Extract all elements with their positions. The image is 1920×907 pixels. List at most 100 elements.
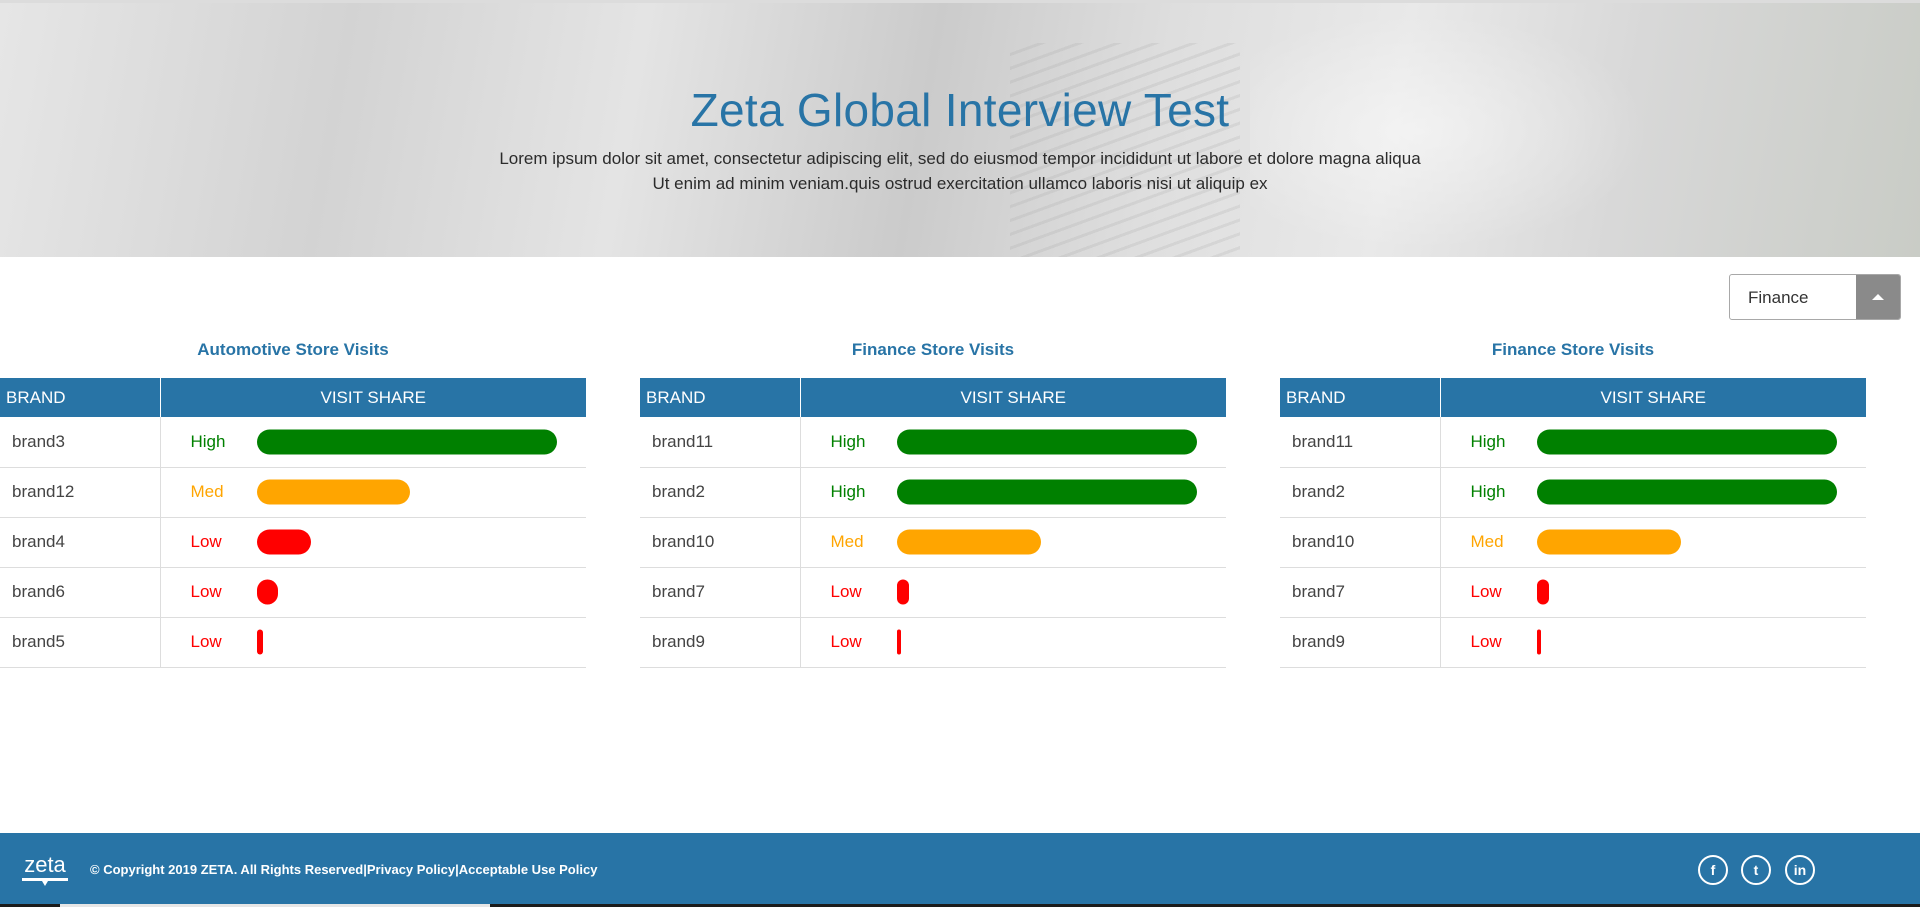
hero-subtitle-line-2: Ut enim ad minim veniam.quis ostrud exer… xyxy=(652,174,1268,193)
visit-share-cell: Low xyxy=(800,567,1226,618)
table-row: brand9 Low xyxy=(1280,617,1866,668)
share-level-label: High xyxy=(1470,431,1506,451)
brand-cell: brand12 xyxy=(0,467,161,518)
hero-subtitle-line-1: Lorem ipsum dolor sit amet, consectetur … xyxy=(499,149,1421,168)
brand-cell: brand2 xyxy=(640,467,801,518)
facebook-icon[interactable]: f xyxy=(1698,855,1728,885)
table-row: brand11 High xyxy=(640,417,1226,468)
hero-banner: Zeta Global Interview Test Lorem ipsum d… xyxy=(0,0,1920,257)
share-level-label: High xyxy=(1470,482,1506,501)
logo-text: zeta xyxy=(24,852,66,877)
share-bar xyxy=(1536,629,1541,655)
share-level-label: Low xyxy=(830,582,862,601)
table-row: brand11 High xyxy=(1280,417,1866,468)
share-bar xyxy=(256,579,278,605)
panel-automotive-store-visits: Automotive Store Visits BRAND VISIT SHAR… xyxy=(0,340,586,668)
category-select-toggle[interactable] xyxy=(1856,275,1900,319)
share-level-label: Low xyxy=(1470,632,1502,651)
share-bar xyxy=(1536,579,1549,605)
table-row: brand5 Low xyxy=(0,617,586,668)
brand-cell: brand7 xyxy=(640,567,801,618)
share-level-label: Low xyxy=(1470,582,1502,601)
acceptable-use-policy-link[interactable]: Acceptable Use Policy xyxy=(459,862,598,877)
footer-links: © Copyright 2019 ZETA. All Rights Reserv… xyxy=(90,862,598,877)
column-header-brand: BRAND xyxy=(640,378,801,417)
share-bar xyxy=(256,479,410,505)
share-level-label: High xyxy=(830,482,866,501)
visit-share-cell: Med xyxy=(160,467,586,518)
brand-cell: brand7 xyxy=(1280,567,1441,618)
share-bar xyxy=(1536,529,1681,555)
share-level-label: Med xyxy=(1470,532,1504,551)
privacy-policy-link[interactable]: Privacy Policy xyxy=(367,862,455,877)
table-row: brand6 Low xyxy=(0,567,586,618)
page-title: Zeta Global Interview Test xyxy=(690,84,1230,136)
table-row: brand12 Med xyxy=(0,467,586,518)
brand-cell: brand10 xyxy=(640,517,801,568)
share-bar xyxy=(896,429,1197,455)
table-row: brand2 High xyxy=(640,467,1226,518)
panel-title: Finance Store Visits xyxy=(1491,340,1655,359)
table-row: brand10 Med xyxy=(1280,517,1866,568)
visits-table: BRAND VISIT SHARE brand11 High brand2 High b… xyxy=(640,378,1226,668)
share-bar xyxy=(896,579,909,605)
share-level-label: Low xyxy=(830,632,862,651)
share-bar xyxy=(896,629,901,655)
visit-share-cell: Med xyxy=(1440,517,1866,568)
table-row: brand10 Med xyxy=(640,517,1226,568)
table-row: brand9 Low xyxy=(640,617,1226,668)
category-select-value: Finance xyxy=(1748,288,1809,307)
share-level-label: High xyxy=(830,431,866,451)
column-header-visit-share: VISIT SHARE xyxy=(1440,378,1866,417)
visit-share-cell: Low xyxy=(160,517,586,568)
column-header-visit-share: VISIT SHARE xyxy=(800,378,1226,417)
column-header-brand: BRAND xyxy=(1280,378,1441,417)
table-row: brand3 High xyxy=(0,417,586,468)
visit-share-cell: Low xyxy=(1440,567,1866,618)
share-level-label: Low xyxy=(190,532,222,551)
table-row: brand7 Low xyxy=(640,567,1226,618)
column-header-visit-share: VISIT SHARE xyxy=(160,378,586,417)
brand-cell: brand11 xyxy=(1280,417,1441,468)
visit-share-cell: Low xyxy=(800,617,1226,668)
panel-title: Finance Store Visits xyxy=(851,340,1015,359)
column-header-brand: BRAND xyxy=(0,378,161,417)
table-row: brand2 High xyxy=(1280,467,1866,518)
visit-share-cell: High xyxy=(800,417,1226,468)
brand-cell: brand9 xyxy=(640,617,801,668)
share-bar xyxy=(896,479,1197,505)
share-level-label: Med xyxy=(830,532,864,551)
share-level-label: High xyxy=(190,431,226,451)
visit-share-cell: High xyxy=(1440,417,1866,468)
share-bar xyxy=(896,529,1041,555)
share-bar xyxy=(256,629,263,655)
visits-table: BRAND VISIT SHARE brand11 High brand2 High b… xyxy=(1280,378,1866,668)
brand-cell: brand11 xyxy=(640,417,801,468)
brand-cell: brand3 xyxy=(0,417,161,468)
brand-cell: brand10 xyxy=(1280,517,1441,568)
linkedin-icon[interactable]: in xyxy=(1785,855,1815,885)
zeta-logo-icon: zeta xyxy=(22,852,68,886)
footer: zeta © Copyright 2019 ZETA. All Rights R… xyxy=(0,833,1920,907)
panel-title: Automotive Store Visits xyxy=(197,340,389,359)
share-level-label: Low xyxy=(190,582,222,601)
brand-cell: brand5 xyxy=(0,617,161,668)
table-row: brand7 Low xyxy=(1280,567,1866,618)
share-bar xyxy=(1536,429,1837,455)
visit-share-cell: Low xyxy=(160,567,586,618)
visits-table: BRAND VISIT SHARE brand3 High brand12 Med br… xyxy=(0,378,586,668)
twitter-icon[interactable]: t xyxy=(1741,855,1771,885)
panel-finance-store-visits-2: Finance Store Visits BRAND VISIT SHARE b… xyxy=(1280,340,1866,668)
category-select[interactable]: Finance xyxy=(1729,274,1901,320)
copyright-text: © Copyright 2019 ZETA. All Rights Reserv… xyxy=(90,862,364,877)
panel-finance-store-visits: Finance Store Visits BRAND VISIT SHARE b… xyxy=(640,340,1226,668)
share-bar xyxy=(1536,479,1837,505)
share-bar xyxy=(256,529,311,555)
brand-cell: brand9 xyxy=(1280,617,1441,668)
share-level-label: Low xyxy=(190,632,222,651)
visit-share-cell: High xyxy=(160,417,586,468)
visit-share-cell: Low xyxy=(160,617,586,668)
visit-share-cell: Med xyxy=(800,517,1226,568)
share-bar xyxy=(256,429,557,455)
caret-up-icon xyxy=(1872,294,1884,300)
